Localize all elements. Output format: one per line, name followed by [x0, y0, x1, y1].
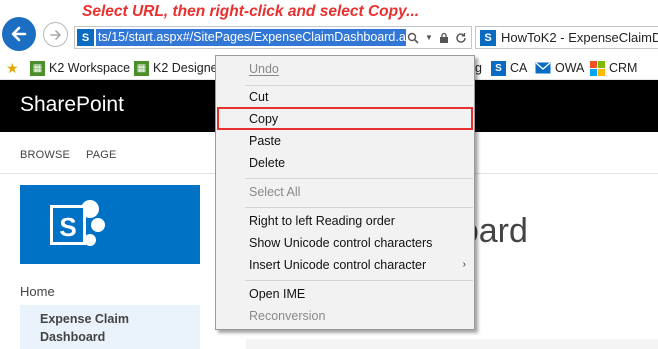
favorite-label: CRM — [609, 61, 638, 75]
favorite-label: K2 Designer — [153, 61, 222, 75]
menu-item-undo[interactable]: Undo — [216, 58, 474, 80]
menu-item-label: Cut — [249, 90, 269, 104]
nav-home-link[interactable]: Home — [20, 284, 55, 299]
menu-item-select-all[interactable]: Select All — [216, 181, 474, 203]
menu-separator — [245, 178, 473, 179]
favorites-star[interactable]: ★ — [6, 59, 19, 77]
menu-item-open-ime[interactable]: Open IME — [216, 283, 474, 305]
favorite-label: K2 Workspace — [49, 61, 131, 75]
favorite-owa[interactable]: OWA — [535, 59, 584, 77]
menu-item-label: Insert Unicode control character — [249, 258, 427, 272]
favorite-ca[interactable]: S CA — [491, 59, 527, 77]
browser-tab[interactable]: S HowToK2 - ExpenseClaimD... — [475, 26, 658, 49]
favorite-partial[interactable]: g — [475, 59, 482, 77]
sharepoint-icon: S — [491, 60, 506, 76]
submenu-arrow-icon: › — [462, 259, 466, 270]
favorite-label: OWA — [555, 61, 585, 75]
menu-item-label: Undo — [249, 62, 279, 76]
suite-title[interactable]: SharePoint — [20, 93, 124, 117]
address-bar[interactable]: S ts/15/start.aspx#/SitePages/ExpenseCla… — [74, 26, 472, 49]
menu-item-delete[interactable]: Delete — [216, 152, 474, 174]
star-icon: ★ — [6, 59, 19, 76]
forward-button[interactable] — [43, 22, 68, 47]
tab-page[interactable]: PAGE — [86, 149, 117, 161]
context-menu: Undo Cut Copy Paste Delete Select All Ri… — [215, 55, 475, 330]
favorite-k2-designer[interactable]: ▦ K2 Designer — [134, 59, 222, 77]
menu-item-label: Reconversion — [249, 309, 326, 323]
menu-item-label: Paste — [249, 134, 281, 148]
menu-item-paste[interactable]: Paste — [216, 130, 474, 152]
browser-toolbar: Select URL, then right-click and select … — [0, 0, 658, 56]
favorite-label: CA — [510, 61, 528, 75]
content-area — [246, 339, 658, 349]
menu-separator — [245, 280, 473, 281]
menu-item-label: Show Unicode control characters — [249, 236, 433, 250]
sharepoint-logo-icon: S — [50, 200, 105, 246]
menu-item-label: Select All — [249, 185, 301, 199]
menu-item-reconversion[interactable]: Reconversion — [216, 305, 474, 327]
favorite-crm[interactable]: CRM — [590, 59, 637, 77]
lock-icon[interactable] — [439, 32, 449, 44]
dropdown-icon[interactable]: ▼ — [425, 33, 433, 42]
forward-arrow-icon — [49, 29, 61, 40]
address-input-selected-text[interactable]: ts/15/start.aspx#/SitePages/ExpenseClaim… — [96, 29, 406, 46]
svg-text:S: S — [59, 212, 76, 242]
tab-title: HowToK2 - ExpenseClaimD... — [501, 30, 658, 45]
sharepoint-favicon-icon: S — [480, 30, 496, 46]
k2-icon: ▦ — [134, 60, 149, 76]
k2-icon: ▦ — [30, 60, 45, 76]
back-arrow-icon — [11, 26, 27, 42]
nav-current-label: Expense Claim Dashboard — [40, 312, 129, 344]
tab-browse[interactable]: BROWSE — [20, 149, 70, 161]
menu-item-rtl-reading-order[interactable]: Right to left Reading order — [216, 210, 474, 232]
menu-item-label: Open IME — [249, 287, 306, 301]
favorite-label: g — [475, 61, 482, 75]
favorite-k2-workspace[interactable]: ▦ K2 Workspace — [30, 59, 130, 77]
back-button[interactable] — [2, 17, 36, 51]
refresh-icon[interactable] — [455, 32, 467, 44]
search-icon[interactable] — [407, 32, 419, 44]
menu-item-cut[interactable]: Cut — [216, 86, 474, 108]
instruction-annotation: Select URL, then right-click and select … — [82, 3, 420, 20]
site-logo[interactable]: S — [20, 185, 200, 264]
menu-separator — [245, 207, 473, 208]
menu-item-label: Right to left Reading order — [249, 214, 395, 228]
sharepoint-favicon-icon: S — [77, 29, 94, 46]
crm-icon — [590, 60, 605, 76]
menu-item-insert-unicode[interactable]: Insert Unicode control character › — [216, 254, 474, 276]
menu-item-label: Delete — [249, 156, 286, 170]
copy-highlight-box — [217, 107, 473, 130]
mail-icon — [535, 62, 551, 74]
menu-item-show-unicode[interactable]: Show Unicode control characters — [216, 232, 474, 254]
nav-current-item[interactable]: Expense Claim Dashboard — [20, 305, 200, 349]
address-bar-actions: ▼ — [407, 29, 467, 46]
